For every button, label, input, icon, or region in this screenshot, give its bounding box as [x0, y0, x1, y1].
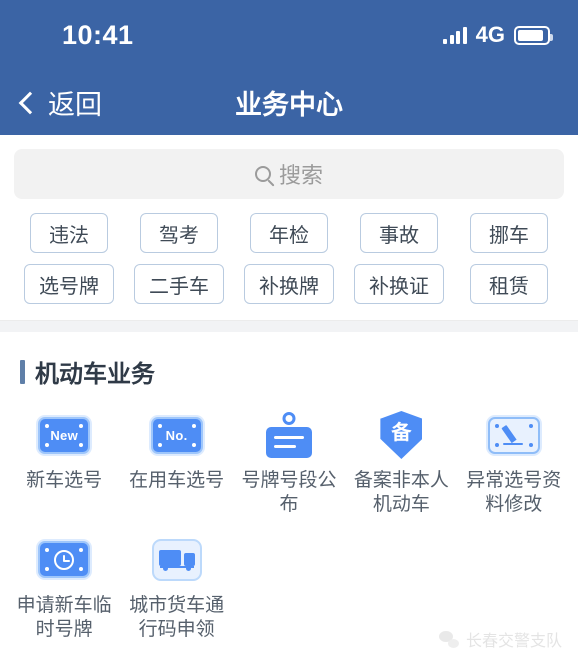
watermark: 长春交警支队 [438, 627, 562, 651]
new-plate-glyph: New [50, 427, 78, 443]
pencil-icon [501, 424, 524, 445]
service-item-record-non-owner-vehicle[interactable]: 备 备案非本人机动车 [345, 411, 457, 518]
no-plate-icon: No. [149, 411, 205, 459]
section-header: 机动车业务 [0, 354, 578, 389]
section-accent-bar [20, 359, 25, 384]
nav-bar: 返回 业务中心 [0, 70, 578, 135]
quick-tag-list: 违法 驾考 年检 事故 挪车 选号牌 二手车 补换牌 补换证 租赁 [0, 199, 578, 320]
status-indicators: 4G [443, 22, 553, 48]
wechat-logo-icon [438, 630, 459, 648]
service-item-label: 申请新车临时号牌 [16, 594, 112, 640]
edit-plate-icon [486, 411, 542, 459]
search-section: 搜索 [0, 135, 578, 199]
quick-tag-row-1: 违法 驾考 年检 事故 挪车 [14, 213, 564, 253]
service-item-label: 号牌号段公布 [241, 470, 337, 516]
chip-weifa[interactable]: 违法 [30, 213, 108, 253]
chevron-left-icon [18, 91, 42, 114]
quick-tag-row-2: 选号牌 二手车 补换牌 补换证 租赁 [14, 264, 564, 304]
shield-glyph: 备 [391, 422, 412, 444]
chip-buhuanpai[interactable]: 补换牌 [244, 264, 334, 304]
signal-bars-icon [443, 26, 467, 44]
new-plate-icon: New [36, 411, 92, 459]
chip-nuoche[interactable]: 挪车 [470, 213, 548, 253]
chip-zulin[interactable]: 租赁 [470, 264, 548, 304]
motor-vehicle-section: 机动车业务 New 新车选号 No. 在用车选号 号牌号段公布 备 备案非本人机… [0, 332, 578, 660]
chip-jiakao[interactable]: 驾考 [140, 213, 218, 253]
service-item-city-truck-pass-code[interactable]: 城市货车通行码申领 [120, 536, 232, 643]
section-title: 机动车业务 [35, 361, 155, 388]
service-item-label: 在用车选号 [129, 470, 225, 491]
truck-icon [149, 536, 205, 584]
watermark-label: 长春交警支队 [465, 633, 562, 650]
service-grid: New 新车选号 No. 在用车选号 号牌号段公布 备 备案非本人机动车 异常选… [0, 389, 578, 660]
network-type-label: 4G [475, 22, 505, 47]
clock-icon [54, 549, 75, 570]
chip-nianjian[interactable]: 年检 [250, 213, 328, 253]
service-item-label: 备案非本人机动车 [353, 470, 449, 516]
service-item-plate-range-announcement[interactable]: 号牌号段公布 [233, 411, 345, 518]
hanging-sign-icon [261, 411, 317, 459]
app-screen: 10:41 4G 返回 业务中心 搜索 违法 驾考 年检 事故 挪车 选号牌 二… [0, 0, 578, 665]
no-plate-glyph: No. [165, 427, 188, 443]
service-item-in-use-car-plate[interactable]: No. 在用车选号 [120, 411, 232, 518]
back-button[interactable]: 返回 [18, 83, 102, 122]
service-item-temporary-plate[interactable]: 申请新车临时号牌 [8, 536, 120, 643]
search-icon [254, 166, 271, 182]
service-item-label: 异常选号资料修改 [466, 470, 562, 516]
search-input[interactable]: 搜索 [14, 149, 564, 199]
chip-ershouche[interactable]: 二手车 [134, 264, 224, 304]
temp-plate-clock-icon [36, 536, 92, 584]
section-divider [0, 320, 578, 332]
status-bar: 10:41 4G [0, 0, 578, 70]
search-placeholder: 搜索 [278, 163, 323, 188]
chip-xuanhaopai[interactable]: 选号牌 [24, 264, 114, 304]
chip-shigu[interactable]: 事故 [360, 213, 438, 253]
battery-icon [514, 25, 553, 45]
service-item-abnormal-plate-data-edit[interactable]: 异常选号资料修改 [458, 411, 570, 518]
service-item-label: 城市货车通行码申领 [129, 594, 225, 640]
status-clock: 10:41 [62, 19, 134, 50]
back-button-label: 返回 [48, 90, 102, 120]
chip-buhuanzheng[interactable]: 补换证 [354, 264, 444, 304]
shield-record-icon: 备 [373, 411, 429, 459]
service-item-new-car-plate[interactable]: New 新车选号 [8, 411, 120, 518]
service-item-label: 新车选号 [26, 470, 103, 491]
